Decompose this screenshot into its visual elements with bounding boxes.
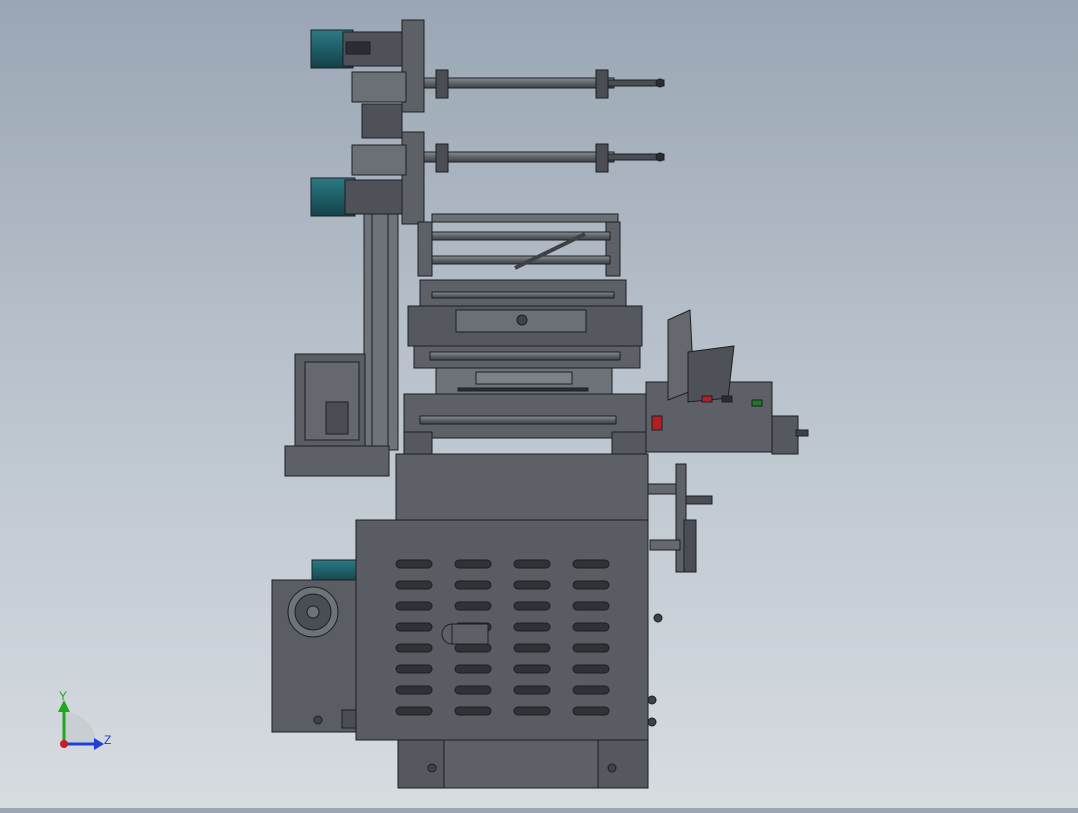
- vent-slot: [513, 580, 551, 590]
- vent-slot: [454, 685, 492, 695]
- central-roller-frame: [403, 213, 647, 457]
- vent-slot: [513, 664, 551, 674]
- upper-motor: [310, 29, 404, 69]
- vent-slot: [395, 559, 433, 569]
- vent-slot: [572, 622, 610, 632]
- vent-slot: [513, 685, 551, 695]
- vent-slot: [572, 685, 610, 695]
- vent-slot: [395, 580, 433, 590]
- vent-slot: [454, 580, 492, 590]
- vent-slot: [454, 601, 492, 611]
- vent-slot: [572, 643, 610, 653]
- vent-slot: [513, 601, 551, 611]
- vent-slot: [454, 643, 492, 653]
- handwheel: [647, 463, 713, 727]
- vent-slot: [572, 664, 610, 674]
- lower-body: [395, 453, 649, 525]
- vent-slot: [395, 643, 433, 653]
- vent-slot: [513, 622, 551, 632]
- vent-slot: [572, 559, 610, 569]
- coupling-block: [361, 103, 403, 139]
- machine-model[interactable]: [271, 19, 809, 789]
- vent-slot: [395, 601, 433, 611]
- triad-y-label: Y: [59, 689, 67, 703]
- vent-slot: [395, 622, 433, 632]
- electrical-box: [271, 559, 357, 733]
- vent-slot: [513, 559, 551, 569]
- lower-motor: [310, 177, 404, 217]
- vent-slot: [513, 643, 551, 653]
- vent-slot: [572, 706, 610, 716]
- control-panel: [645, 309, 809, 455]
- cad-viewport[interactable]: Y Z: [0, 0, 1078, 808]
- vent-slot: [513, 706, 551, 716]
- lower-roller-shaft: [423, 143, 665, 173]
- base: [397, 739, 649, 789]
- vent-slot: [395, 685, 433, 695]
- left-column: [363, 213, 399, 451]
- coordinate-triad: Y Z: [58, 689, 111, 750]
- vent-slot: [572, 580, 610, 590]
- triad-z-label: Z: [104, 733, 111, 747]
- vent-slot: [454, 706, 492, 716]
- vent-slot: [395, 664, 433, 674]
- vent-slot: [395, 706, 433, 716]
- vent-slot: [454, 664, 492, 674]
- upper-roller-shaft: [423, 69, 665, 99]
- vent-slot: [454, 559, 492, 569]
- vent-slot: [572, 601, 610, 611]
